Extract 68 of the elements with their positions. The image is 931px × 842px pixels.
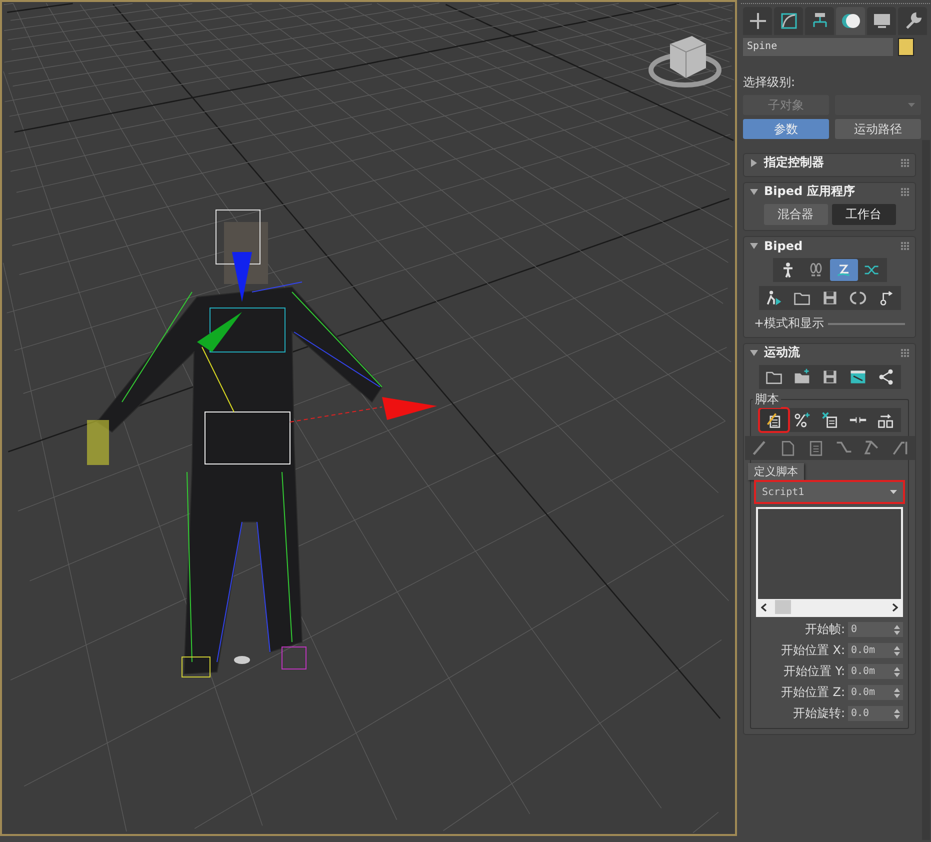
tool-button[interactable] xyxy=(760,409,788,431)
grip-icon xyxy=(901,242,909,250)
grip-icon xyxy=(901,188,909,196)
command-tab[interactable] xyxy=(898,7,927,35)
field-label: 开始帧: xyxy=(804,621,845,638)
collapse-triangle-icon[interactable] xyxy=(750,188,758,196)
spinner-arrows-icon[interactable] xyxy=(894,624,900,634)
rollout-title[interactable]: Biped xyxy=(764,238,895,252)
expand-triangle-icon[interactable] xyxy=(750,158,758,166)
share-icon xyxy=(876,368,894,386)
bar-step-icon xyxy=(890,439,908,457)
spinner-arrows-icon[interactable] xyxy=(894,646,900,656)
transition-icon xyxy=(876,411,894,429)
grip-icon xyxy=(901,348,909,356)
mode-toggle[interactable] xyxy=(830,259,858,281)
script-list[interactable] xyxy=(756,507,903,617)
spinner-arrows-icon[interactable] xyxy=(894,666,900,676)
scroll-right-icon[interactable] xyxy=(892,602,898,612)
percent-plus-icon xyxy=(792,411,810,429)
step-icon xyxy=(862,439,880,457)
spinner-arrows-icon[interactable] xyxy=(894,688,900,698)
dropdown-arrow-icon xyxy=(890,490,897,494)
grip-icon xyxy=(901,158,909,166)
mode-button[interactable]: 运动路径 xyxy=(835,119,921,139)
horizontal-scrollbar[interactable] xyxy=(758,599,901,615)
pencil-document-icon xyxy=(764,411,782,429)
object-name-field[interactable]: Spine xyxy=(743,38,893,56)
mode-button[interactable]: 参数 xyxy=(743,119,829,139)
subsection-title[interactable]: +模式和显示 xyxy=(754,315,824,332)
monitor-icon xyxy=(872,11,892,31)
field-label: 开始旋转: xyxy=(792,705,845,722)
command-tab[interactable] xyxy=(774,7,803,35)
command-tab[interactable] xyxy=(836,7,865,35)
app-button[interactable]: 混合器 xyxy=(764,204,828,225)
spinner-field[interactable]: 0.0m xyxy=(848,664,903,679)
dropdown-arrow-icon xyxy=(908,103,915,107)
walking-figure-icon xyxy=(764,289,782,307)
app-button[interactable]: 工作台 xyxy=(832,204,896,225)
plus-icon xyxy=(748,11,768,31)
spinner-field[interactable]: 0.0m xyxy=(848,643,903,658)
collapse-triangle-icon[interactable] xyxy=(750,242,758,250)
command-tab[interactable] xyxy=(743,7,772,35)
field-label: 开始位置 X: xyxy=(780,642,845,659)
spinner-field[interactable]: 0.0 xyxy=(848,706,903,721)
window-icon xyxy=(848,368,866,386)
selection-level-label: 选择级别: xyxy=(743,74,796,91)
rollout-title[interactable]: 运动流 xyxy=(764,344,895,361)
folder-plus-icon xyxy=(792,368,810,386)
command-tab[interactable] xyxy=(867,7,896,35)
scroll-left-icon[interactable] xyxy=(761,602,767,612)
command-tab[interactable] xyxy=(805,7,834,35)
field-label: 开始位置 Z: xyxy=(780,684,845,701)
group-title: 脚本 xyxy=(753,391,781,408)
spinner-arrows-icon[interactable] xyxy=(894,708,900,718)
spinner-field[interactable]: 0 xyxy=(848,622,903,637)
circles-icon xyxy=(840,11,860,31)
curve-icon xyxy=(778,11,798,31)
script-dropdown[interactable]: Script1 xyxy=(756,482,903,502)
field-label: 开始位置 Y: xyxy=(783,663,845,680)
collapse-triangle-icon[interactable] xyxy=(750,348,758,356)
tooltip: 定义脚本 xyxy=(748,463,804,480)
brackets-icon xyxy=(848,289,866,307)
color-swatch[interactable] xyxy=(898,38,914,56)
spinner-field[interactable]: 0.0m xyxy=(848,685,903,700)
panel-scrollbar[interactable] xyxy=(922,140,930,840)
scroll-thumb[interactable] xyxy=(775,600,791,614)
rollout-title[interactable]: Biped 应用程序 xyxy=(764,183,895,200)
delete-document-icon xyxy=(820,411,838,429)
